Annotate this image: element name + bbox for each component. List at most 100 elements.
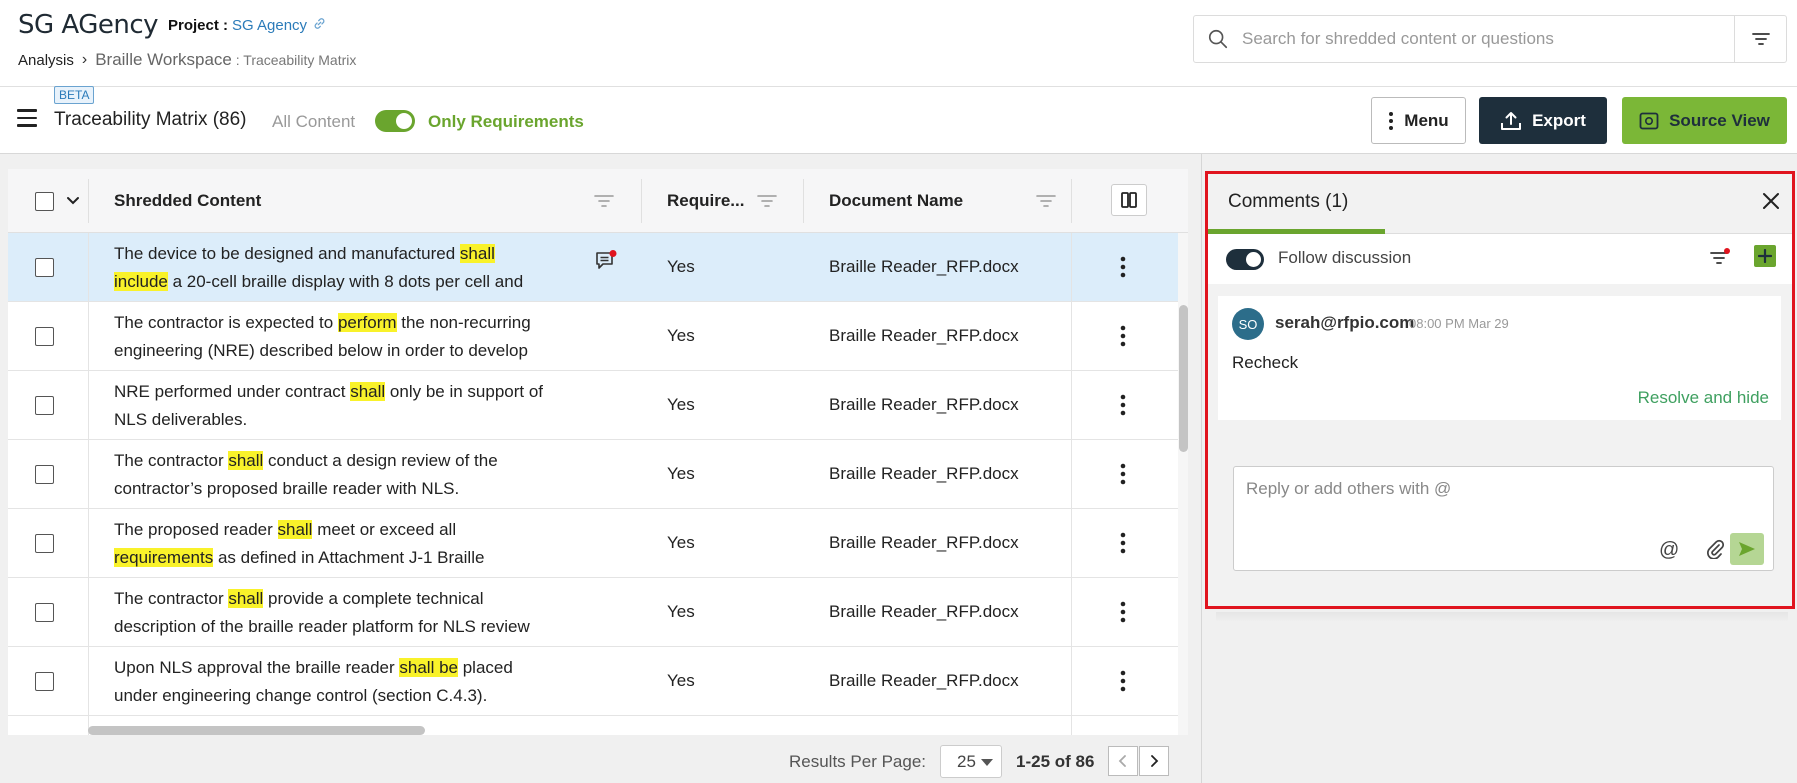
column-header-shredded[interactable]: Shredded Content bbox=[114, 169, 261, 233]
horizontal-scrollbar[interactable] bbox=[88, 726, 425, 735]
table-row[interactable]: The device to be designed and manufactur… bbox=[8, 233, 1178, 302]
next-page-button[interactable] bbox=[1139, 746, 1169, 776]
shredded-content-cell[interactable]: The proposed reader shall meet or exceed… bbox=[114, 516, 544, 572]
requirement-cell: Yes bbox=[667, 464, 695, 483]
link-icon[interactable] bbox=[313, 17, 326, 30]
shredded-content-cell[interactable]: The contractor shall provide a complete … bbox=[114, 585, 544, 641]
breadcrumb-analysis[interactable]: Analysis bbox=[18, 52, 74, 69]
follow-discussion-label: Follow discussion bbox=[1278, 248, 1412, 267]
table-row[interactable]: The contractor shall provide a complete … bbox=[8, 578, 1178, 647]
row-actions-kebab-icon[interactable] bbox=[1119, 667, 1127, 695]
eye-icon bbox=[1639, 112, 1659, 129]
close-icon[interactable] bbox=[1760, 190, 1784, 214]
source-view-button[interactable]: Source View bbox=[1622, 97, 1787, 144]
requirement-cell: Yes bbox=[667, 326, 695, 345]
page-title: Traceability Matrix (86) bbox=[54, 109, 247, 130]
project-label: Project : bbox=[168, 17, 229, 34]
row-actions-kebab-icon[interactable] bbox=[1119, 460, 1127, 488]
kebab-icon bbox=[1389, 111, 1394, 130]
breadcrumb-sub: : Traceability Matrix bbox=[231, 52, 357, 68]
requirement-cell: Yes bbox=[667, 671, 695, 690]
table-row[interactable]: NRE performed under contract shall only … bbox=[8, 371, 1178, 440]
row-actions-kebab-icon[interactable] bbox=[1119, 253, 1127, 281]
upload-icon bbox=[1501, 111, 1522, 130]
requirements-toggle[interactable] bbox=[375, 110, 415, 132]
traceability-table: Shredded Content Require... Document Nam… bbox=[8, 169, 1188, 735]
plus-icon bbox=[1758, 249, 1772, 263]
comments-panel: Comments (1) Follow discussion SO serah@… bbox=[1205, 171, 1795, 609]
select-all-checkbox[interactable] bbox=[35, 191, 54, 211]
row-checkbox[interactable] bbox=[35, 672, 54, 691]
document-name-cell: Braille Reader_RFP.docx bbox=[829, 464, 1019, 483]
table-row[interactable]: The contractor is expected to perform th… bbox=[8, 302, 1178, 371]
brand-title: SG AGency bbox=[18, 10, 159, 40]
attach-icon[interactable] bbox=[1706, 539, 1725, 564]
top-header: SG AGency Project : SG Agency Analysis › … bbox=[0, 0, 1797, 87]
filter-icon bbox=[1751, 33, 1770, 45]
search-input[interactable] bbox=[1242, 16, 1734, 62]
comment-icon[interactable] bbox=[595, 250, 617, 277]
search-icon bbox=[1194, 15, 1242, 63]
columns-toggle-button[interactable] bbox=[1111, 184, 1147, 216]
shredded-content-cell[interactable]: NRE performed under contract shall only … bbox=[114, 378, 544, 434]
follow-discussion-row: Follow discussion bbox=[1208, 234, 1792, 284]
table-row[interactable]: Upon NLS approval the braille reader sha… bbox=[8, 647, 1178, 716]
document-name-cell: Braille Reader_RFP.docx bbox=[829, 395, 1019, 414]
shredded-content-cell[interactable]: The device to be designed and manufactur… bbox=[114, 240, 544, 296]
table-row[interactable]: The contractor shall conduct a design re… bbox=[8, 440, 1178, 509]
filter-icon bbox=[1710, 248, 1730, 264]
row-actions-kebab-icon[interactable] bbox=[1119, 322, 1127, 350]
row-checkbox[interactable] bbox=[35, 534, 54, 553]
vertical-scrollbar[interactable] bbox=[1179, 305, 1188, 452]
reply-input[interactable] bbox=[1246, 479, 1746, 519]
row-actions-kebab-icon[interactable] bbox=[1119, 598, 1127, 626]
results-per-page-select[interactable]: 25 bbox=[940, 745, 1002, 778]
send-button[interactable] bbox=[1730, 533, 1764, 565]
comments-title[interactable]: Comments (1) bbox=[1228, 191, 1348, 213]
export-button-label: Export bbox=[1532, 110, 1586, 130]
search-filter-button[interactable] bbox=[1734, 16, 1786, 62]
filter-icon bbox=[757, 195, 777, 207]
row-checkbox[interactable] bbox=[35, 465, 54, 484]
prev-page-button[interactable] bbox=[1108, 746, 1138, 776]
chevron-right-icon bbox=[1151, 755, 1159, 767]
comments-filter-button[interactable] bbox=[1709, 248, 1731, 271]
column-header-document[interactable]: Document Name bbox=[829, 169, 963, 233]
column-header-requirement[interactable]: Require... bbox=[667, 169, 744, 233]
resolve-and-hide-link[interactable]: Resolve and hide bbox=[1638, 388, 1769, 408]
shredded-content-cell[interactable]: The contractor shall conduct a design re… bbox=[114, 447, 544, 503]
row-actions-kebab-icon[interactable] bbox=[1119, 529, 1127, 557]
select-all-control[interactable] bbox=[35, 169, 80, 233]
table-row[interactable]: The proposed reader shall meet or exceed… bbox=[8, 509, 1178, 578]
page-range: 1-25 of 86 bbox=[1016, 752, 1095, 771]
row-checkbox[interactable] bbox=[35, 603, 54, 622]
requirement-cell: Yes bbox=[667, 257, 695, 276]
caret-down-icon bbox=[981, 759, 993, 766]
panel-shadow bbox=[1216, 612, 1788, 622]
mention-button[interactable]: @ bbox=[1659, 539, 1679, 562]
document-name-cell: Braille Reader_RFP.docx bbox=[829, 533, 1019, 552]
toolbar: BETA Traceability Matrix (86) All Conten… bbox=[0, 86, 1797, 154]
row-checkbox[interactable] bbox=[35, 327, 54, 346]
comment-author: serah@rfpio.com bbox=[1275, 313, 1415, 332]
row-checkbox[interactable] bbox=[35, 396, 54, 415]
document-name-cell: Braille Reader_RFP.docx bbox=[829, 671, 1019, 690]
requirement-cell: Yes bbox=[667, 533, 695, 552]
project-link[interactable]: SG Agency bbox=[232, 17, 307, 34]
shredded-content-cell[interactable]: Upon NLS approval the braille reader sha… bbox=[114, 654, 544, 710]
menu-icon[interactable] bbox=[17, 109, 37, 127]
chevron-left-icon bbox=[1118, 755, 1126, 767]
filter-icon bbox=[1036, 195, 1056, 207]
menu-button[interactable]: Menu bbox=[1371, 97, 1466, 144]
only-requirements-label[interactable]: Only Requirements bbox=[428, 112, 584, 132]
add-comment-button[interactable] bbox=[1754, 245, 1776, 267]
follow-discussion-toggle[interactable] bbox=[1226, 249, 1264, 270]
breadcrumb: Analysis › Braille Workspace : Traceabil… bbox=[18, 50, 356, 70]
row-actions-kebab-icon[interactable] bbox=[1119, 391, 1127, 419]
row-checkbox[interactable] bbox=[35, 258, 54, 277]
panel-divider bbox=[1201, 154, 1202, 783]
export-button[interactable]: Export bbox=[1479, 97, 1607, 144]
document-name-cell: Braille Reader_RFP.docx bbox=[829, 602, 1019, 621]
all-content-label[interactable]: All Content bbox=[272, 112, 355, 132]
shredded-content-cell[interactable]: The contractor is expected to perform th… bbox=[114, 309, 544, 365]
